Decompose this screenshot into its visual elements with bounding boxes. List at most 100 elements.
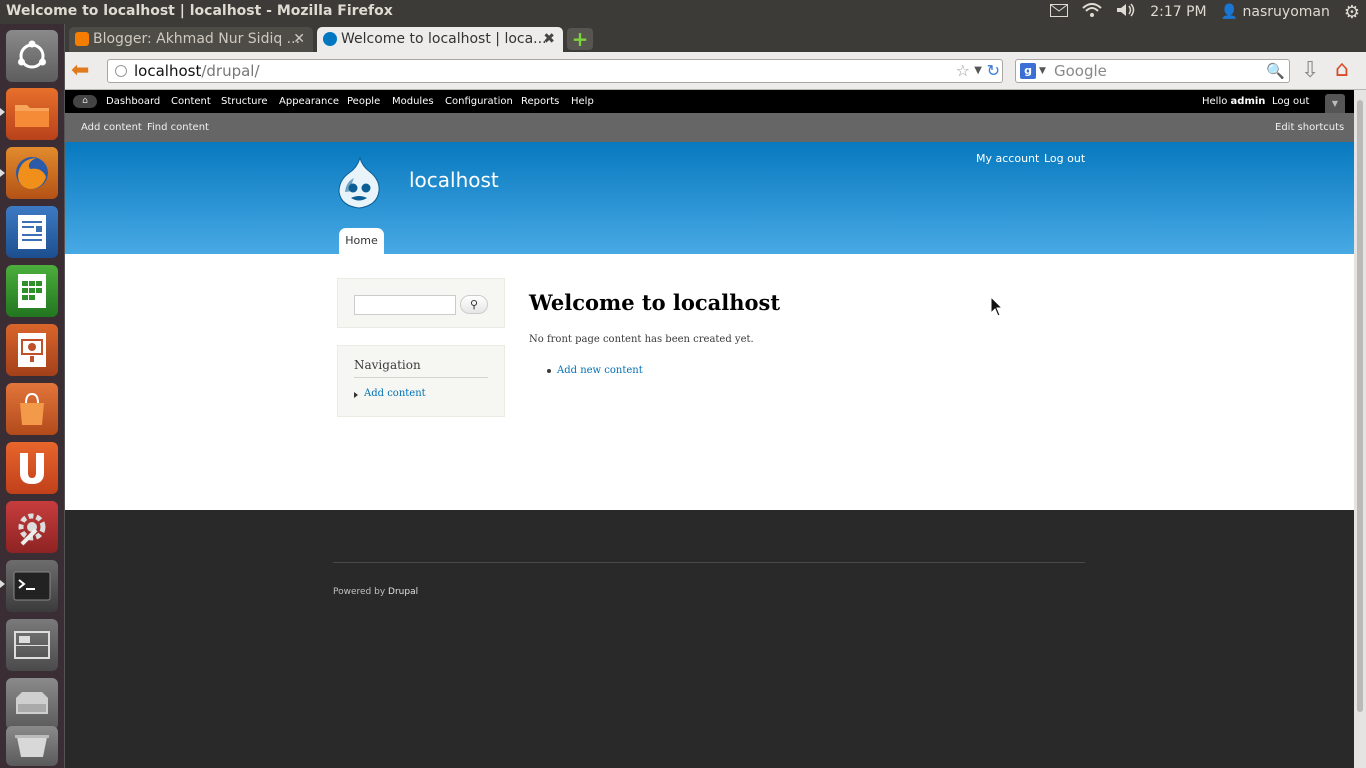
navigation-block: Navigation Add content bbox=[337, 345, 505, 417]
drupal-link[interactable]: Drupal bbox=[388, 587, 418, 597]
software-center-icon[interactable] bbox=[6, 383, 58, 435]
toolbar-help[interactable]: Help bbox=[571, 96, 594, 107]
toolbar-home-icon[interactable]: ⌂ bbox=[73, 95, 97, 108]
volume-icon[interactable] bbox=[1116, 3, 1136, 21]
workspace-switcher-icon[interactable] bbox=[6, 619, 58, 671]
back-arrow-icon[interactable]: ⬅ bbox=[71, 60, 97, 82]
user-menu[interactable]: 👤 nasruyoman bbox=[1221, 4, 1330, 20]
running-indicator bbox=[0, 169, 5, 177]
toolbar-content[interactable]: Content bbox=[171, 96, 211, 107]
my-account-link[interactable]: My account bbox=[976, 152, 1039, 165]
globe-icon bbox=[115, 65, 127, 77]
trash-icon[interactable] bbox=[6, 726, 58, 766]
page-viewport: ⌂ Dashboard Content Structure Appearance… bbox=[65, 90, 1354, 768]
navigation-title: Navigation bbox=[354, 358, 421, 372]
system-tray: 2:17 PM 👤 nasruyoman ⚙ bbox=[1050, 0, 1360, 24]
tab-bar: Blogger: Akhmad Nur Sidiq ... ✕ Welcome … bbox=[65, 24, 1366, 52]
page-title: Welcome to localhost bbox=[529, 290, 781, 315]
drupal-logo-icon[interactable] bbox=[336, 156, 382, 210]
scrollbar-thumb[interactable] bbox=[1357, 100, 1363, 712]
calc-icon[interactable] bbox=[6, 265, 58, 317]
page-scrollbar[interactable] bbox=[1354, 90, 1366, 768]
home-icon[interactable]: ⌂ bbox=[1335, 58, 1349, 82]
bullet-arrow-icon bbox=[354, 392, 358, 398]
footer-divider bbox=[333, 562, 1085, 563]
terminal-icon[interactable] bbox=[6, 560, 58, 612]
writer-icon[interactable] bbox=[6, 206, 58, 258]
ubuntu-one-icon[interactable] bbox=[6, 442, 58, 494]
toolbar-modules[interactable]: Modules bbox=[392, 96, 434, 107]
toolbar-logout[interactable]: Log out bbox=[1272, 96, 1309, 107]
running-indicator bbox=[0, 108, 5, 116]
nav-add-content-link[interactable]: Add content bbox=[364, 388, 426, 399]
shortcut-find-content[interactable]: Find content bbox=[147, 122, 209, 133]
tab-localhost[interactable]: Welcome to localhost | loca... ✖ bbox=[317, 27, 563, 52]
user-name: nasruyoman bbox=[1242, 4, 1330, 20]
history-dropdown-icon[interactable]: ▼ bbox=[974, 60, 982, 82]
navigation-divider bbox=[354, 377, 488, 378]
engine-dropdown-icon[interactable]: ▼ bbox=[1039, 60, 1046, 82]
shortcuts-bar: Add content Find content Edit shortcuts bbox=[65, 113, 1354, 142]
search-block: ⚲ bbox=[337, 278, 505, 328]
toolbar-appearance[interactable]: Appearance bbox=[279, 96, 339, 107]
edit-shortcuts-link[interactable]: Edit shortcuts bbox=[1275, 122, 1344, 133]
user-icon: 👤 bbox=[1220, 4, 1239, 20]
shortcut-add-content[interactable]: Add content bbox=[81, 122, 142, 133]
window-title: Welcome to localhost | localhost - Mozil… bbox=[6, 3, 393, 19]
download-arrow-icon[interactable]: ⇩ bbox=[1301, 60, 1319, 82]
add-new-content-link[interactable]: Add new content bbox=[557, 365, 643, 376]
toolbar-toggle-chevron-icon[interactable]: ▼ bbox=[1325, 94, 1345, 113]
site-footer: Powered by Drupal bbox=[65, 510, 1354, 768]
bookmark-star-icon[interactable]: ☆ bbox=[956, 60, 970, 82]
files-icon[interactable] bbox=[6, 88, 58, 140]
url-host: localhost bbox=[134, 62, 202, 80]
navigation-toolbar: ⬅ localhost/drupal/ ☆ ▼ ↻ g ▼ Google 🔍 ⇩… bbox=[65, 52, 1366, 90]
toolbar-reports[interactable]: Reports bbox=[521, 96, 559, 107]
empty-message: No front page content has been created y… bbox=[529, 334, 754, 345]
close-tab-icon[interactable]: ✕ bbox=[293, 27, 305, 52]
wifi-icon[interactable] bbox=[1082, 3, 1102, 21]
impress-icon[interactable] bbox=[6, 324, 58, 376]
mouse-cursor-icon bbox=[990, 296, 1004, 317]
tab-label: Blogger: Akhmad Nur Sidiq ... bbox=[93, 31, 301, 47]
launcher bbox=[0, 24, 65, 768]
search-input[interactable] bbox=[354, 295, 456, 315]
main-content-area: ⚲ Navigation Add content Welcome to loca… bbox=[65, 254, 1354, 510]
url-bar[interactable]: localhost/drupal/ ☆ ▼ ↻ bbox=[107, 59, 1003, 83]
toolbar-structure[interactable]: Structure bbox=[221, 96, 268, 107]
list-bullet bbox=[547, 369, 551, 373]
tab-home[interactable]: Home bbox=[339, 228, 384, 254]
header-logout-link[interactable]: Log out bbox=[1044, 152, 1085, 165]
running-indicator bbox=[0, 580, 5, 588]
toolbar-username[interactable]: admin bbox=[1231, 96, 1266, 107]
toolbar-configuration[interactable]: Configuration bbox=[445, 96, 513, 107]
firefox-icon[interactable] bbox=[6, 147, 58, 199]
toolbar-greeting: Hello admin bbox=[1202, 96, 1266, 107]
clock[interactable]: 2:17 PM bbox=[1150, 4, 1206, 20]
mail-icon[interactable] bbox=[1050, 3, 1069, 21]
drupal-favicon-icon bbox=[323, 32, 337, 46]
site-header: localhost My account Log out Home bbox=[65, 142, 1354, 254]
toolbar-people[interactable]: People bbox=[347, 96, 380, 107]
google-engine-icon[interactable]: g bbox=[1020, 63, 1036, 79]
blogger-favicon-icon bbox=[75, 32, 89, 46]
site-name[interactable]: localhost bbox=[409, 168, 499, 192]
close-tab-icon[interactable]: ✖ bbox=[543, 27, 555, 52]
top-panel: Welcome to localhost | localhost - Mozil… bbox=[0, 0, 1366, 24]
tab-blogger[interactable]: Blogger: Akhmad Nur Sidiq ... ✕ bbox=[69, 27, 313, 52]
search-button[interactable]: ⚲ bbox=[460, 295, 488, 314]
url-path: /drupal/ bbox=[201, 62, 260, 80]
search-placeholder: Google bbox=[1054, 62, 1107, 80]
system-settings-icon[interactable] bbox=[6, 501, 58, 553]
session-gear-icon[interactable]: ⚙ bbox=[1344, 2, 1360, 23]
toolbar-dashboard[interactable]: Dashboard bbox=[106, 96, 160, 107]
drupal-admin-toolbar: ⌂ Dashboard Content Structure Appearance… bbox=[65, 90, 1354, 113]
drive-icon[interactable] bbox=[6, 678, 58, 730]
tab-label: Welcome to localhost | loca... bbox=[341, 31, 547, 47]
search-icon[interactable]: 🔍 bbox=[1266, 60, 1285, 82]
new-tab-plus-icon[interactable]: + bbox=[567, 28, 593, 50]
search-bar[interactable]: g ▼ Google 🔍 bbox=[1015, 59, 1290, 83]
reload-icon[interactable]: ↻ bbox=[987, 60, 1000, 82]
dash-home-icon[interactable] bbox=[6, 30, 58, 82]
powered-by: Powered by Drupal bbox=[333, 587, 419, 597]
